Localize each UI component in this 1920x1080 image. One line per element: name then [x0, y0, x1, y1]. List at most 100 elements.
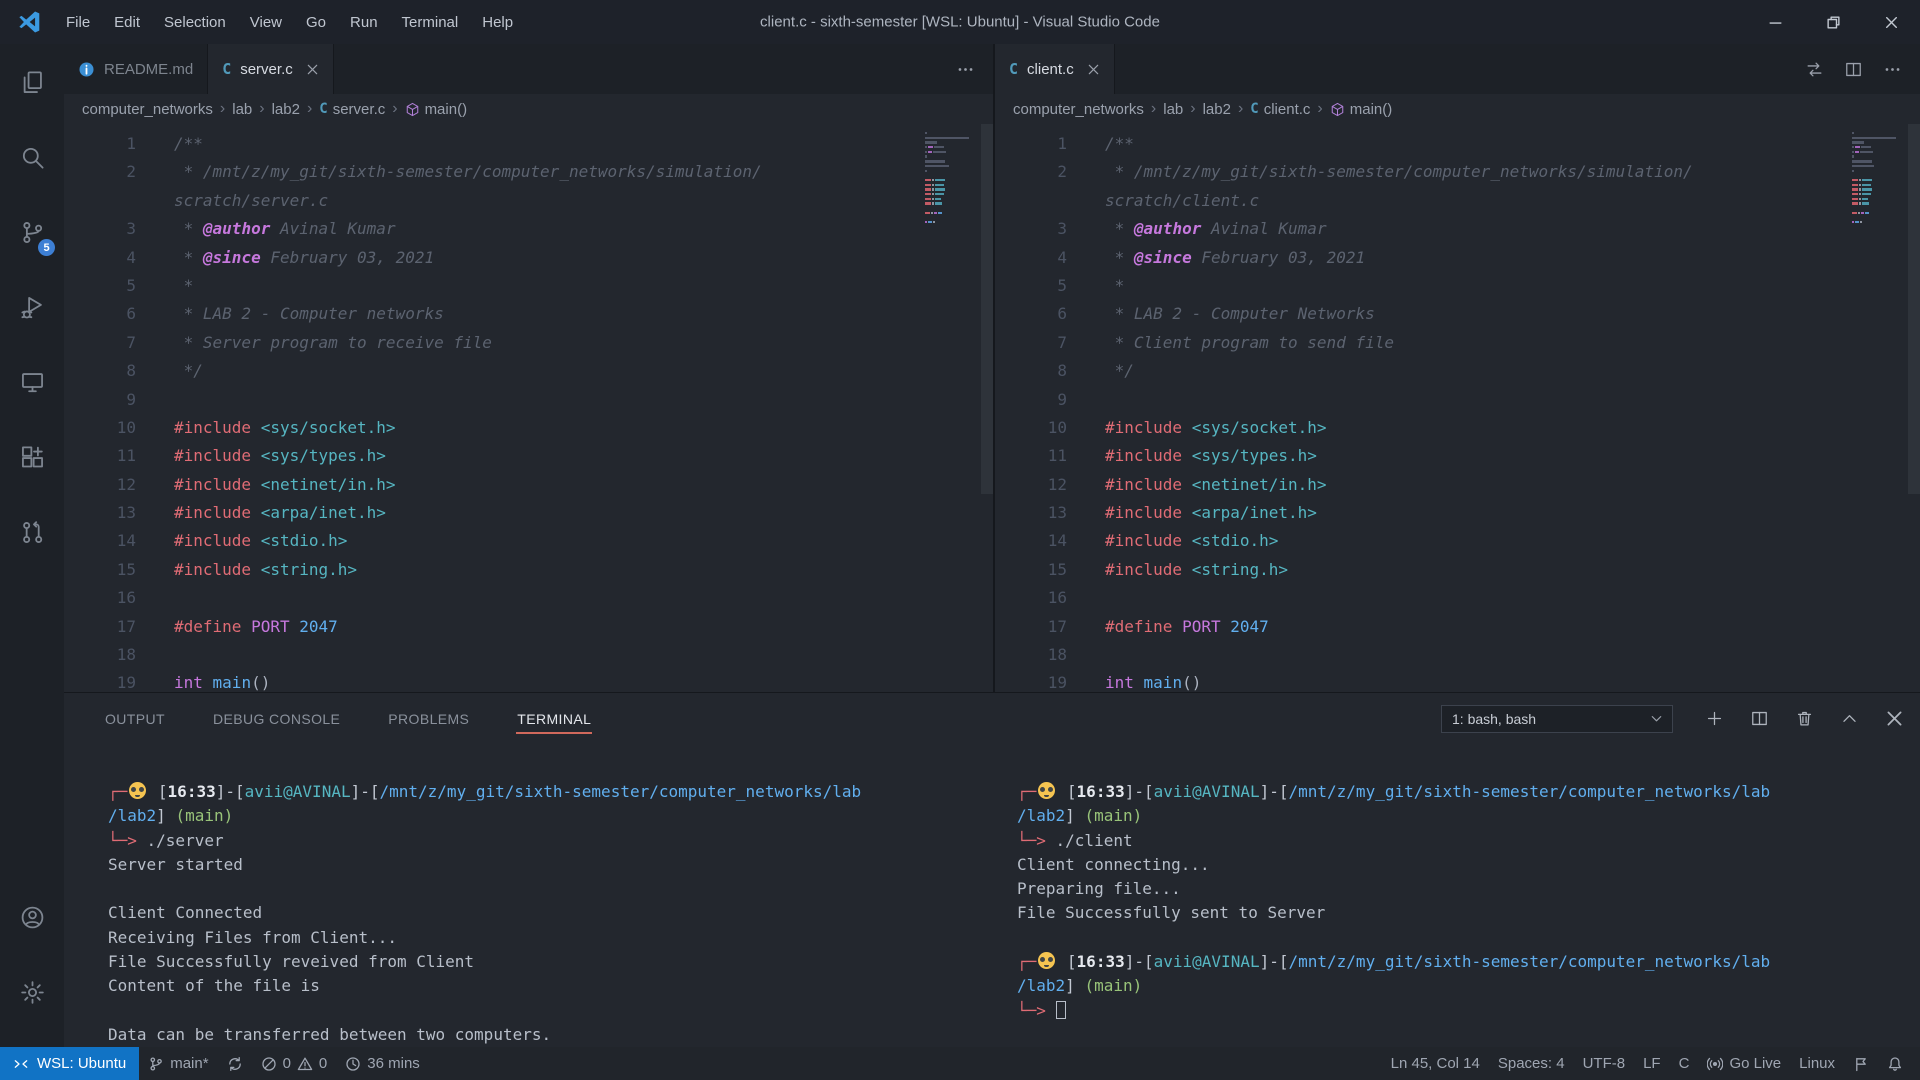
- terminal-line: Preparing file...: [1017, 877, 1920, 901]
- activity-remote-explorer[interactable]: [0, 352, 64, 412]
- breadcrumb-item[interactable]: main(): [1330, 101, 1393, 118]
- panel-tab-output[interactable]: OUTPUT: [104, 702, 166, 736]
- breadcrumb-item[interactable]: Cserver.c: [319, 101, 385, 118]
- activity-source-control[interactable]: 5: [0, 202, 64, 262]
- code-editor-server[interactable]: 1/**2 * /mnt/z/my_git/sixth-semester/com…: [64, 124, 993, 692]
- code-token: [1182, 531, 1192, 550]
- menu-selection[interactable]: Selection: [152, 0, 238, 44]
- activity-search[interactable]: [0, 127, 64, 187]
- terminal-pane-client[interactable]: ┌─ [16:33]-[avii@AVINAL]-[/mnt/z/my_git/…: [995, 744, 1920, 1047]
- scrollbar[interactable]: [1908, 124, 1920, 494]
- compare-actions-icon[interactable]: [1805, 60, 1824, 79]
- status-bar: WSL: Ubuntu main* 0 0 36 mins Ln 45, Col…: [0, 1047, 1920, 1080]
- more-actions-icon[interactable]: [1883, 60, 1902, 79]
- go-live-button[interactable]: Go Live: [1698, 1047, 1790, 1080]
- close-tab-icon[interactable]: [1087, 63, 1100, 76]
- scrollbar[interactable]: [981, 124, 993, 494]
- info-icon: [78, 61, 95, 78]
- eol-sequence[interactable]: LF: [1634, 1047, 1670, 1080]
- tab-client.c[interactable]: Cclient.c: [995, 44, 1115, 94]
- code-token: PORT: [251, 617, 290, 636]
- maximize-panel-button[interactable]: [1840, 709, 1859, 728]
- minimap-segment: [925, 141, 937, 143]
- close-panel-button[interactable]: [1885, 709, 1904, 728]
- breadcrumb-item[interactable]: lab: [232, 101, 252, 118]
- menu-file[interactable]: File: [54, 0, 102, 44]
- close-window-button[interactable]: [1862, 0, 1920, 44]
- breadcrumb-item[interactable]: lab2: [1203, 101, 1231, 118]
- menu-help[interactable]: Help: [470, 0, 525, 44]
- more-actions-icon[interactable]: [956, 60, 975, 79]
- line-number: 1: [995, 130, 1067, 158]
- minimize-button[interactable]: [1746, 0, 1804, 44]
- close-icon: [1884, 15, 1899, 30]
- line-number: 17: [995, 613, 1067, 641]
- menu-edit[interactable]: Edit: [102, 0, 152, 44]
- terminal-pane-server[interactable]: ┌─ [16:33]-[avii@AVINAL]-[/mnt/z/my_git/…: [64, 744, 995, 1047]
- flag-status[interactable]: [1844, 1047, 1878, 1080]
- close-tab-icon[interactable]: [306, 63, 319, 76]
- minimap-line: [1852, 216, 1902, 218]
- os-indicator[interactable]: Linux: [1790, 1047, 1844, 1080]
- language-mode[interactable]: C: [1670, 1047, 1699, 1080]
- minimap-segment: [1861, 212, 1864, 214]
- activity-accounts[interactable]: [0, 887, 64, 947]
- terminal-token: File Successfully reveived from Client: [108, 952, 474, 971]
- breadcrumb-item[interactable]: Cclient.c: [1250, 101, 1310, 118]
- panel-tab-terminal[interactable]: TERMINAL: [516, 702, 592, 736]
- menu-view[interactable]: View: [238, 0, 294, 44]
- new-terminal-button[interactable]: [1705, 709, 1724, 728]
- minimap-line: [1852, 202, 1902, 204]
- encoding[interactable]: UTF-8: [1574, 1047, 1635, 1080]
- minimap-segment: [1852, 193, 1858, 195]
- split-actions-icon[interactable]: [1844, 60, 1863, 79]
- split-terminal-button[interactable]: [1750, 709, 1769, 728]
- minimap-line: [925, 141, 975, 143]
- indentation[interactable]: Spaces: 4: [1489, 1047, 1574, 1080]
- git-branch-status[interactable]: main*: [139, 1047, 217, 1080]
- tab-README.md[interactable]: README.md: [64, 44, 208, 94]
- code-token: @since: [1134, 248, 1192, 267]
- code-editor-client[interactable]: 1/**2 * /mnt/z/my_git/sixth-semester/com…: [995, 124, 1920, 692]
- menu-terminal[interactable]: Terminal: [390, 0, 471, 44]
- notifications[interactable]: [1878, 1047, 1912, 1080]
- remote-indicator[interactable]: WSL: Ubuntu: [0, 1047, 139, 1080]
- sync-status[interactable]: [218, 1047, 252, 1080]
- kill-terminal-button[interactable]: [1795, 709, 1814, 728]
- code-text: #define PORT 2047: [136, 613, 338, 641]
- minimap[interactable]: [925, 132, 975, 223]
- menu-go[interactable]: Go: [294, 0, 338, 44]
- breadcrumb-item[interactable]: computer_networks: [82, 101, 213, 118]
- panel-tab-debug-console[interactable]: DEBUG CONSOLE: [212, 702, 341, 736]
- terminal-line: /lab2] (main): [1017, 804, 1920, 828]
- minimap-segment: [1852, 160, 1872, 162]
- terminal-token: ./server: [147, 831, 224, 850]
- breadcrumb-item[interactable]: lab: [1163, 101, 1183, 118]
- code-line: 11#include <sys/types.h>: [995, 442, 1920, 470]
- tab-server.c[interactable]: Cserver.c: [208, 44, 334, 94]
- code-token: 2047: [290, 617, 338, 636]
- terminal-token: ┌─: [108, 782, 127, 801]
- breadcrumb-item[interactable]: main(): [405, 101, 468, 118]
- activity-github-pull-requests[interactable]: [0, 502, 64, 562]
- terminal-select[interactable]: 1: bash, bash: [1441, 705, 1673, 733]
- activity-settings[interactable]: [0, 962, 64, 1022]
- minimap[interactable]: [1852, 132, 1902, 223]
- restore-button[interactable]: [1804, 0, 1862, 44]
- timer-status[interactable]: 36 mins: [336, 1047, 429, 1080]
- activity-explorer[interactable]: [0, 52, 64, 112]
- panel-tab-problems[interactable]: PROBLEMS: [387, 702, 470, 736]
- minimap-segment: [1852, 221, 1854, 223]
- run-debug-icon: [19, 294, 46, 321]
- activity-run-and-debug[interactable]: [0, 277, 64, 337]
- breadcrumb-label: lab2: [1203, 101, 1231, 118]
- breadcrumb-item[interactable]: lab2: [272, 101, 300, 118]
- menu-run[interactable]: Run: [338, 0, 390, 44]
- minimap-segment: [925, 155, 927, 157]
- gear-icon: [19, 979, 46, 1006]
- cursor-position[interactable]: Ln 45, Col 14: [1382, 1047, 1489, 1080]
- breadcrumb-item[interactable]: computer_networks: [1013, 101, 1144, 118]
- activity-extensions[interactable]: [0, 427, 64, 487]
- code-text: scratch/client.c: [1067, 187, 1259, 215]
- problems-status[interactable]: 0 0: [252, 1047, 337, 1080]
